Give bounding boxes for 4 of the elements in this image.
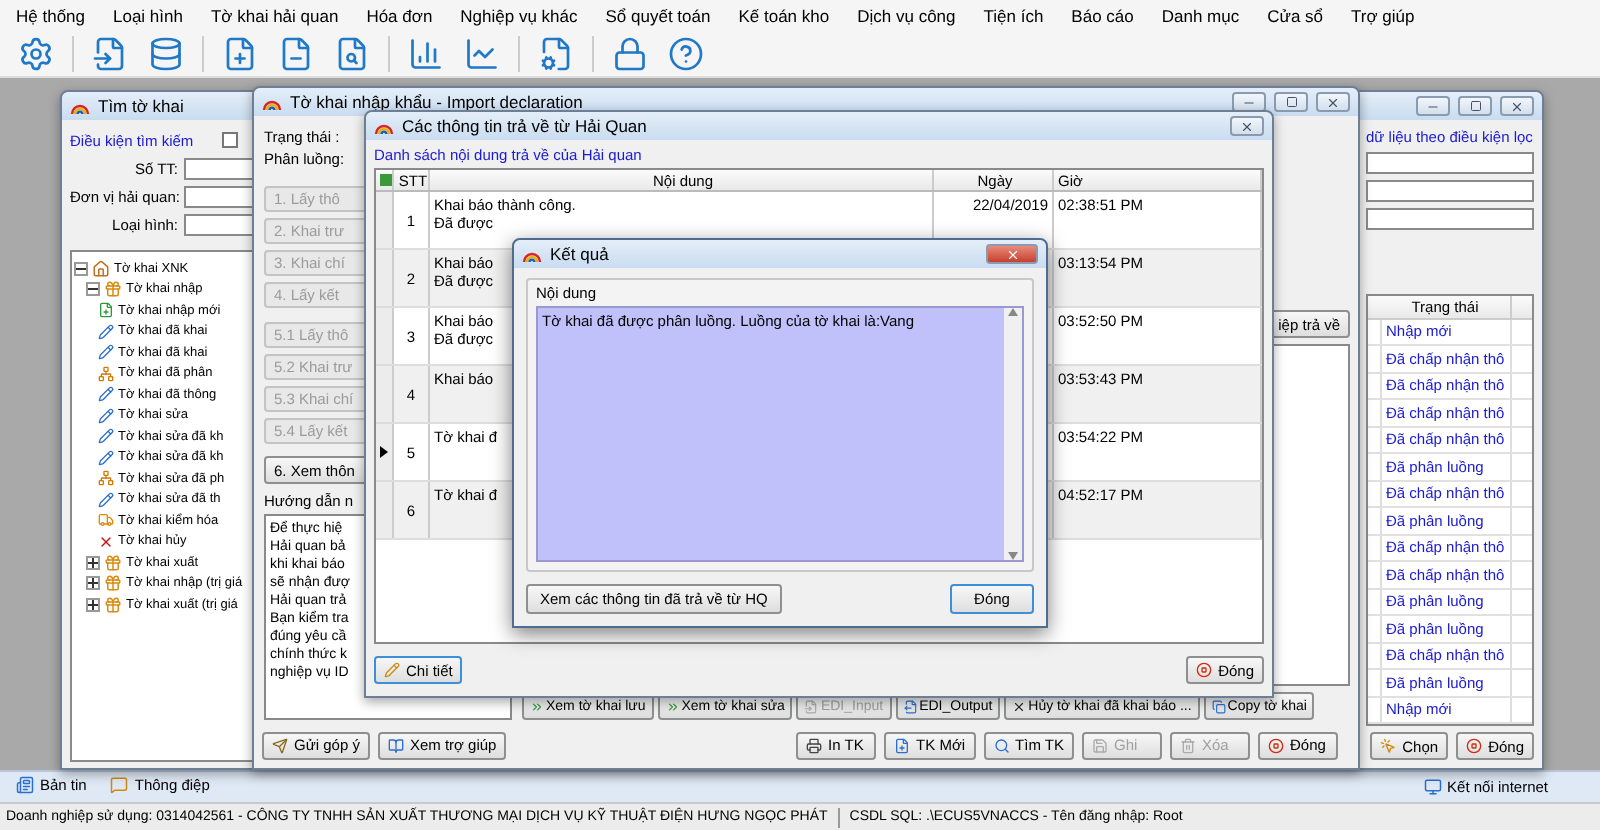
window-title: Các thông tin trả về từ Hải Quan xyxy=(402,116,647,136)
window-title: Kết quả xyxy=(550,244,609,264)
window-title: Tìm tờ khai xyxy=(98,96,184,116)
window-title: Tờ khai nhập khẩu - Import declaration xyxy=(290,92,583,112)
